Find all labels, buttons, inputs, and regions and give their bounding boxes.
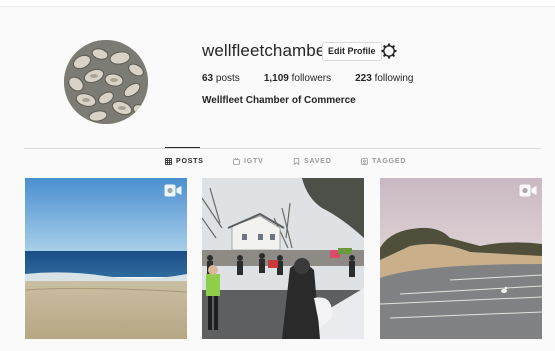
tab-posts-label: POSTS [176,158,204,165]
tab-saved-label: SAVED [304,158,332,165]
posts-label: posts [215,73,240,84]
post-tile[interactable] [380,178,542,339]
video-camera-icon [519,184,537,197]
tab-posts[interactable]: POSTS [165,158,204,165]
followers-stat[interactable]: 1,109 followers [264,73,331,84]
tab-tagged-label: TAGGED [372,158,407,165]
tab-igtv-label: IGTV [244,158,264,165]
oysters-photo [64,40,148,124]
profile-username: wellfleetchamber [202,41,332,60]
following-count: 223 [355,73,372,84]
post-tile[interactable] [25,178,187,339]
post-tile[interactable] [202,178,364,339]
profile-stats: 63 posts 1,109 followers 223 following [202,73,437,84]
grid-icon [165,158,172,165]
street-crowd-photo [202,178,364,339]
followers-count: 1,109 [263,73,289,84]
active-tab-indicator [165,147,200,148]
posts-count: 63 [202,73,214,84]
beach-photo [25,178,187,339]
settings-gear-icon[interactable] [381,43,397,59]
tab-tagged[interactable]: TAGGED [361,158,406,165]
dune-parking-lot-photo [380,178,542,339]
profile-tabs: POSTS IGTV SAVED TAGGED [0,158,555,170]
tab-saved[interactable]: SAVED [293,158,332,165]
following-label: following [374,73,414,84]
igtv-icon [233,158,240,165]
following-stat[interactable]: 223 following [355,73,413,84]
tag-icon [361,158,368,165]
tabs-divider [24,148,541,149]
tab-igtv[interactable]: IGTV [233,158,264,165]
edit-profile-button[interactable]: Edit Profile [322,42,382,61]
profile-avatar[interactable] [64,40,148,124]
video-camera-icon [164,184,182,197]
profile-header: wellfleetchamber Edit Profile 63 posts 1… [0,0,555,150]
bookmark-icon [293,158,300,165]
followers-label: followers [291,73,332,84]
profile-full-name: Wellfleet Chamber of Commerce [202,95,356,106]
posts-stat: 63 posts [202,73,240,84]
